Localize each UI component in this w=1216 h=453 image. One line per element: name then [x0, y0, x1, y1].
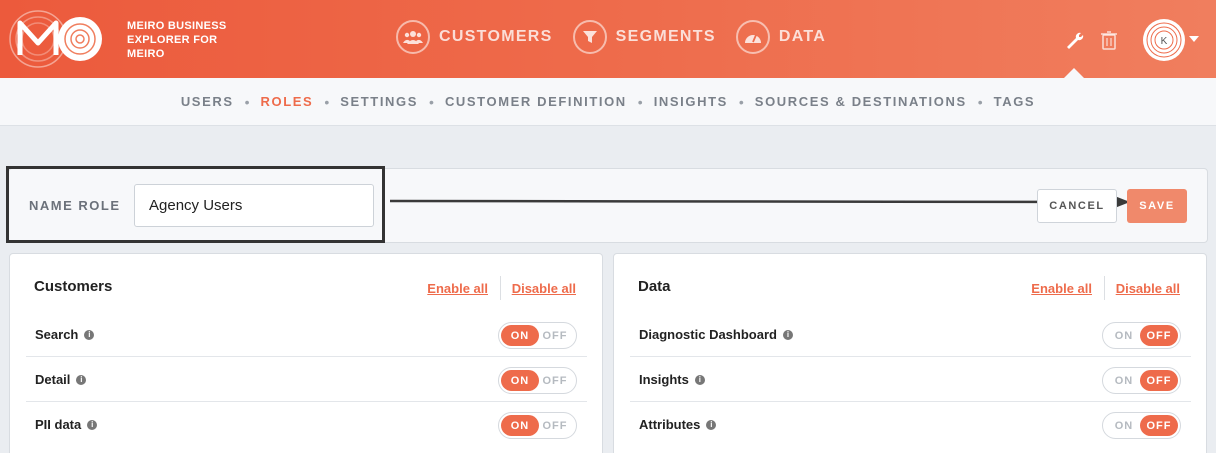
brand-line-2: EXPLORER FOR	[127, 34, 218, 46]
subnav-separator: •	[244, 93, 250, 110]
divider	[500, 276, 501, 300]
filter-icon	[572, 20, 607, 54]
nav-customers-label: CUSTOMERS	[439, 28, 553, 45]
save-button[interactable]: SAVE	[1127, 189, 1187, 223]
toggle-off[interactable]: OFF	[536, 370, 574, 391]
subnav-users[interactable]: USERS	[181, 94, 234, 109]
customers-panel: Customers Enable all Disable all Search i…	[9, 253, 603, 453]
info-icon[interactable]: i	[84, 329, 95, 340]
permission-toggle[interactable]: ON OFF	[498, 367, 577, 394]
permission-label: Search i	[35, 327, 95, 342]
toggle-on[interactable]: ON	[1105, 370, 1143, 391]
permission-label-text: Diagnostic Dashboard	[639, 327, 777, 342]
brand-text: MEIRO BUSINESS EXPLORER FOR MEIRO	[127, 19, 227, 61]
subnav-separator: •	[429, 93, 434, 110]
toggle-off[interactable]: OFF	[536, 325, 574, 346]
name-role-label: NAME ROLE	[29, 198, 121, 213]
permission-toggle[interactable]: ON OFF	[1102, 322, 1181, 349]
permission-label: Detail i	[35, 372, 87, 387]
avatar-initial: K	[1161, 36, 1168, 47]
toggle-on[interactable]: ON	[1105, 415, 1143, 436]
subnav-separator: •	[738, 93, 744, 110]
subnav-sources-destinations[interactable]: SOURCES & DESTINATIONS	[755, 94, 967, 109]
subnav-tags[interactable]: TAGS	[994, 94, 1036, 109]
wrench-icon[interactable]	[1064, 30, 1084, 50]
role-name-input[interactable]	[134, 184, 374, 227]
permission-row-pii-data: PII data i ON OFF	[26, 402, 587, 447]
toggle-on[interactable]: ON	[501, 415, 539, 436]
panel-title: Data	[638, 278, 671, 295]
enable-all-link[interactable]: Enable all	[1031, 281, 1092, 296]
permission-label-text: Detail	[35, 372, 71, 387]
subnav-separator: •	[324, 93, 330, 110]
avatar[interactable]: K	[1142, 18, 1186, 62]
permission-row-search: Search i ON OFF	[26, 312, 587, 357]
info-icon[interactable]: i	[782, 329, 793, 340]
permission-label: Diagnostic Dashboard i	[639, 327, 793, 342]
nav-segments-label: SEGMENTS	[615, 28, 716, 45]
subnav-settings[interactable]: SETTINGS	[340, 94, 418, 109]
info-icon[interactable]: i	[694, 374, 705, 385]
enable-all-link[interactable]: Enable all	[427, 281, 488, 296]
subnav-separator: •	[977, 93, 983, 110]
meiro-logo[interactable]	[8, 9, 104, 69]
settings-subnav: USERS • ROLES • SETTINGS • CUSTOMER DEFI…	[0, 78, 1216, 126]
permission-toggle[interactable]: ON OFF	[1102, 367, 1181, 394]
nav-data[interactable]: DATA	[735, 20, 827, 54]
permission-toggle[interactable]: ON OFF	[498, 322, 577, 349]
toggle-on[interactable]: ON	[1105, 325, 1143, 346]
permission-label-text: Attributes	[639, 417, 701, 432]
toggle-off[interactable]: OFF	[1140, 415, 1178, 436]
divider	[1104, 276, 1105, 300]
main-nav: CUSTOMERS SEGMENTS DATA	[396, 20, 846, 54]
subnav-separator: •	[637, 93, 643, 110]
permission-row-attributes: Attributes i ON OFF	[630, 402, 1191, 447]
toggle-on[interactable]: ON	[501, 325, 539, 346]
brand-line-3: MEIRO	[127, 48, 165, 60]
permission-label: Attributes i	[639, 417, 717, 432]
active-pointer	[1064, 68, 1084, 78]
disable-all-link[interactable]: Disable all	[512, 281, 576, 296]
toggle-off[interactable]: OFF	[1140, 325, 1178, 346]
brand-line-1: MEIRO BUSINESS	[127, 20, 227, 32]
chevron-down-icon[interactable]	[1189, 36, 1199, 42]
permission-toggle[interactable]: ON OFF	[498, 412, 577, 439]
info-icon[interactable]: i	[87, 419, 98, 430]
permission-label-text: Search	[35, 327, 79, 342]
app-header: MEIRO BUSINESS EXPLORER FOR MEIRO CUSTOM…	[0, 0, 1216, 78]
nav-customers[interactable]: CUSTOMERS	[396, 20, 553, 54]
trash-icon[interactable]	[1100, 30, 1118, 50]
permission-row-diagnostic-dashboard: Diagnostic Dashboard i ON OFF	[630, 312, 1191, 357]
nav-segments[interactable]: SEGMENTS	[572, 20, 716, 54]
toggle-off[interactable]: OFF	[536, 415, 574, 436]
permission-toggle[interactable]: ON OFF	[1102, 412, 1181, 439]
permission-row-insights: Insights i ON OFF	[630, 357, 1191, 402]
gauge-icon	[735, 20, 770, 54]
permission-row-detail: Detail i ON OFF	[26, 357, 587, 402]
info-icon[interactable]: i	[76, 374, 87, 385]
panel-title: Customers	[34, 278, 113, 295]
permission-label: PII data i	[35, 417, 98, 432]
disable-all-link[interactable]: Disable all	[1116, 281, 1180, 296]
subnav-insights[interactable]: INSIGHTS	[654, 94, 728, 109]
subnav-roles[interactable]: ROLES	[261, 94, 314, 109]
info-icon[interactable]: i	[706, 419, 717, 430]
annotation-arrow	[390, 195, 1130, 209]
data-panel: Data Enable all Disable all Diagnostic D…	[613, 253, 1207, 453]
permission-label-text: PII data	[35, 417, 82, 432]
toggle-on[interactable]: ON	[501, 370, 539, 391]
subnav-customer-definition[interactable]: CUSTOMER DEFINITION	[445, 94, 627, 109]
cancel-button[interactable]: CANCEL	[1037, 189, 1117, 223]
users-icon	[396, 20, 430, 54]
nav-data-label: DATA	[778, 28, 827, 45]
permission-label-text: Insights	[639, 372, 689, 387]
permission-label: Insights i	[639, 372, 705, 387]
toggle-off[interactable]: OFF	[1140, 370, 1178, 391]
